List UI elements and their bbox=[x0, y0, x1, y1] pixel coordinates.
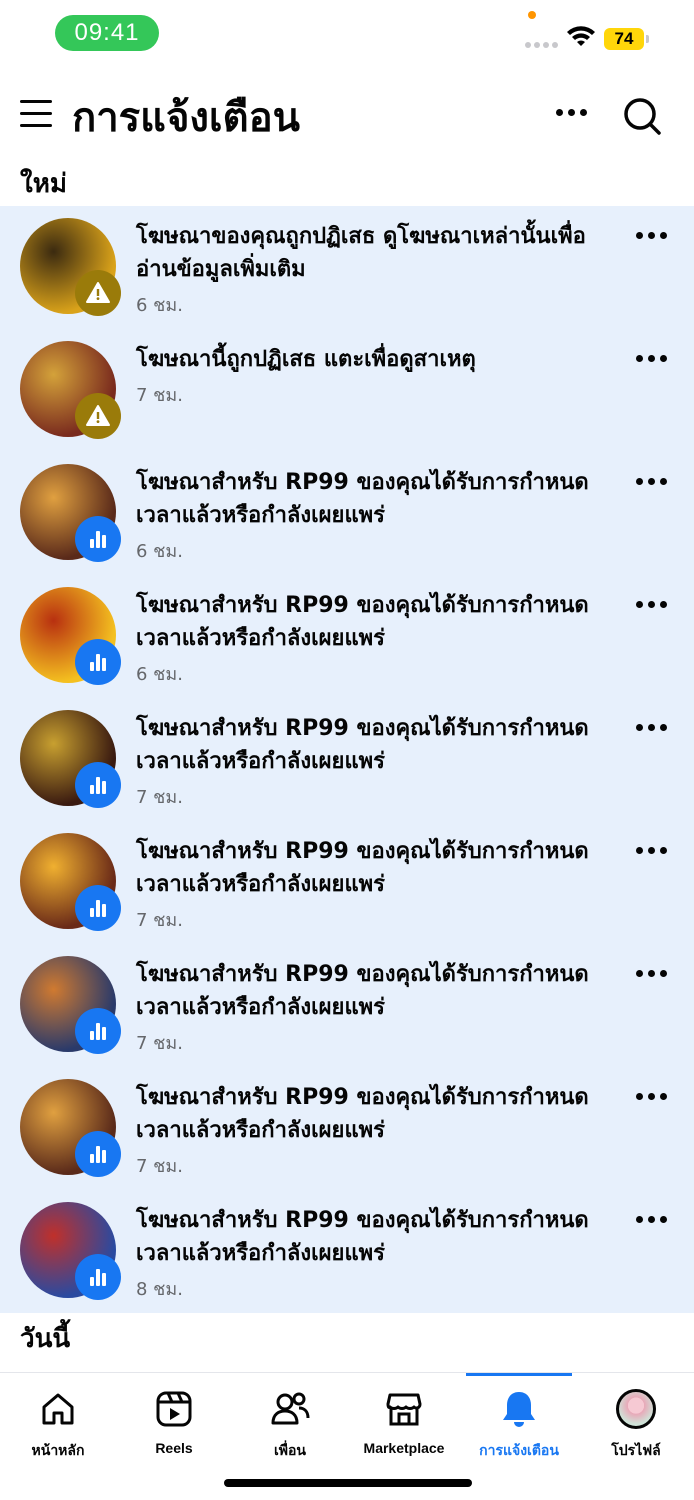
notification-item[interactable]: โฆษณาของคุณถูกปฏิเสธ ดูโฆษณาเหล่านั้นเพื… bbox=[0, 206, 694, 329]
status-time: 09:41 bbox=[55, 15, 159, 51]
notification-time: 6 ชม. bbox=[136, 295, 183, 316]
notification-more-icon[interactable] bbox=[636, 355, 672, 365]
notification-item[interactable]: โฆษณาสำหรับ RP99 ของคุณได้รับการกำหนดเวล… bbox=[0, 575, 694, 698]
notification-more-icon[interactable] bbox=[636, 601, 672, 611]
warning-badge bbox=[75, 270, 121, 316]
notification-time: 7 ชม. bbox=[136, 787, 183, 808]
nav-home-label: หน้าหลัก bbox=[31, 1442, 85, 1458]
section-heading-new: ใหม่ bbox=[20, 169, 67, 199]
marketplace-icon bbox=[386, 1393, 422, 1426]
notification-item[interactable]: โฆษณาสำหรับ RP99 ของคุณได้รับการกำหนดเวล… bbox=[0, 1067, 694, 1190]
bar-chart-icon bbox=[90, 1023, 106, 1040]
nav-reels[interactable]: Reels bbox=[116, 1373, 232, 1463]
privacy-indicator-dot bbox=[528, 11, 536, 19]
menu-icon[interactable] bbox=[20, 100, 52, 128]
stats-badge bbox=[75, 1254, 121, 1300]
notification-more-icon[interactable] bbox=[636, 232, 672, 242]
notification-more-icon[interactable] bbox=[636, 847, 672, 857]
nav-reels-label: Reels bbox=[155, 1440, 193, 1456]
notification-more-icon[interactable] bbox=[636, 724, 672, 734]
cellular-signal-icon bbox=[525, 42, 559, 48]
notification-text: โฆษณาสำหรับ RP99 ของคุณได้รับการกำหนดเวล… bbox=[136, 962, 589, 1020]
battery-tip bbox=[646, 35, 649, 43]
bar-chart-icon bbox=[90, 531, 106, 548]
bar-chart-icon bbox=[90, 900, 106, 917]
warning-icon bbox=[86, 282, 110, 303]
notification-text: โฆษณาสำหรับ RP99 ของคุณได้รับการกำหนดเวล… bbox=[136, 716, 589, 774]
battery-indicator: 74 bbox=[604, 28, 644, 50]
bottom-navigation: หน้าหลัก Reels เพื่อน Marketplace การแจ้… bbox=[0, 1372, 694, 1463]
notification-time: 7 ชม. bbox=[136, 1033, 183, 1054]
stats-badge bbox=[75, 639, 121, 685]
notification-item[interactable]: โฆษณาสำหรับ RP99 ของคุณได้รับการกำหนดเวล… bbox=[0, 698, 694, 821]
notification-text: โฆษณาสำหรับ RP99 ของคุณได้รับการกำหนดเวล… bbox=[136, 593, 589, 651]
bar-chart-icon bbox=[90, 777, 106, 794]
status-bar: 09:41 74 bbox=[0, 0, 694, 70]
friends-icon bbox=[271, 1392, 310, 1425]
notification-time: 8 ชม. bbox=[136, 1279, 183, 1300]
bar-chart-icon bbox=[90, 1269, 106, 1286]
profile-avatar bbox=[616, 1389, 656, 1429]
stats-badge bbox=[75, 1008, 121, 1054]
notification-text: โฆษณาสำหรับ RP99 ของคุณได้รับการกำหนดเวล… bbox=[136, 1085, 589, 1143]
notification-time: 6 ชม. bbox=[136, 664, 183, 685]
stats-badge bbox=[75, 885, 121, 931]
warning-icon bbox=[86, 405, 110, 426]
reels-icon bbox=[156, 1391, 192, 1427]
notification-text: โฆษณาสำหรับ RP99 ของคุณได้รับการกำหนดเวล… bbox=[136, 1208, 589, 1266]
notification-text: โฆษณาของคุณถูกปฏิเสธ ดูโฆษณาเหล่านั้นเพื… bbox=[136, 224, 586, 282]
bar-chart-icon bbox=[90, 654, 106, 671]
more-options-icon[interactable] bbox=[556, 102, 592, 122]
nav-notifications-label: การแจ้งเตือน bbox=[479, 1442, 559, 1458]
stats-badge bbox=[75, 1131, 121, 1177]
search-icon[interactable] bbox=[622, 96, 662, 136]
notification-more-icon[interactable] bbox=[636, 478, 672, 488]
nav-profile-label: โปรไฟล์ bbox=[611, 1442, 661, 1458]
stats-badge bbox=[75, 516, 121, 562]
notification-item[interactable]: โฆษณานี้ถูกปฏิเสธ แตะเพื่อดูสาเหตุ 7 ชม. bbox=[0, 329, 694, 452]
page-header: การแจ้งเตือน bbox=[0, 90, 694, 150]
warning-badge bbox=[75, 393, 121, 439]
nav-notifications[interactable]: การแจ้งเตือน bbox=[462, 1373, 576, 1463]
notification-time: 6 ชม. bbox=[136, 541, 183, 562]
notification-time: 7 ชม. bbox=[136, 385, 183, 406]
notification-item[interactable]: โฆษณาสำหรับ RP99 ของคุณได้รับการกำหนดเวล… bbox=[0, 944, 694, 1067]
nav-friends-label: เพื่อน bbox=[274, 1442, 306, 1458]
nav-profile[interactable]: โปรไฟล์ bbox=[578, 1373, 694, 1463]
notification-item[interactable]: โฆษณาสำหรับ RP99 ของคุณได้รับการกำหนดเวล… bbox=[0, 821, 694, 944]
nav-home[interactable]: หน้าหลัก bbox=[0, 1373, 116, 1463]
bell-icon bbox=[503, 1392, 535, 1427]
notification-more-icon[interactable] bbox=[636, 970, 672, 980]
page-title: การแจ้งเตือน bbox=[72, 95, 300, 141]
nav-friends[interactable]: เพื่อน bbox=[232, 1373, 348, 1463]
section-heading-today: วันนี้ bbox=[20, 1324, 71, 1354]
bar-chart-icon bbox=[90, 1146, 106, 1163]
stats-badge bbox=[75, 762, 121, 808]
notification-text: โฆษณานี้ถูกปฏิเสธ แตะเพื่อดูสาเหตุ bbox=[136, 347, 476, 372]
notification-item[interactable]: โฆษณาสำหรับ RP99 ของคุณได้รับการกำหนดเวล… bbox=[0, 1190, 694, 1313]
notification-item[interactable]: โฆษณาสำหรับ RP99 ของคุณได้รับการกำหนดเวล… bbox=[0, 452, 694, 575]
notification-more-icon[interactable] bbox=[636, 1216, 672, 1226]
notification-time: 7 ชม. bbox=[136, 1156, 183, 1177]
home-indicator bbox=[224, 1479, 472, 1487]
home-icon bbox=[42, 1393, 74, 1425]
notification-more-icon[interactable] bbox=[636, 1093, 672, 1103]
wifi-icon bbox=[567, 26, 595, 46]
nav-marketplace-label: Marketplace bbox=[363, 1440, 445, 1456]
nav-marketplace[interactable]: Marketplace bbox=[348, 1373, 460, 1463]
notification-text: โฆษณาสำหรับ RP99 ของคุณได้รับการกำหนดเวล… bbox=[136, 839, 589, 897]
notifications-list: โฆษณาของคุณถูกปฏิเสธ ดูโฆษณาเหล่านั้นเพื… bbox=[0, 206, 694, 1313]
notification-time: 7 ชม. bbox=[136, 910, 183, 931]
notification-text: โฆษณาสำหรับ RP99 ของคุณได้รับการกำหนดเวล… bbox=[136, 470, 589, 528]
